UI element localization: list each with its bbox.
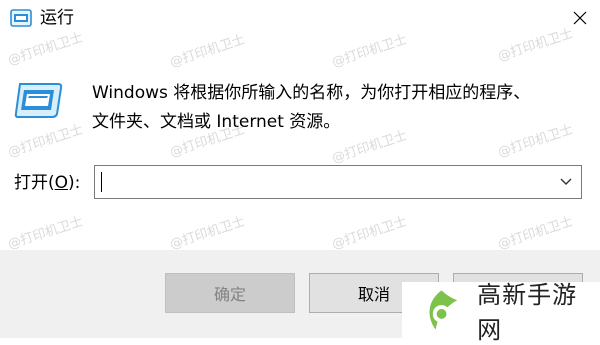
open-label-accelerator: O bbox=[54, 173, 69, 193]
run-app-icon bbox=[10, 9, 32, 27]
open-label-suffix: ): bbox=[68, 173, 81, 193]
watermark: @打印机卫士 bbox=[496, 214, 576, 253]
close-icon bbox=[573, 11, 587, 25]
title-bar: 运行 bbox=[0, 0, 600, 36]
description-line-2: 文件夹、文档或 Internet 资源。 bbox=[92, 112, 341, 132]
run-dialog-icon bbox=[14, 83, 63, 118]
run-dialog: 运行 Windows 将根据你所输入的名称，为你打开相应的程序、 文件夹、文档或… bbox=[0, 0, 600, 344]
open-label: 打开(O): bbox=[14, 172, 80, 194]
open-combobox[interactable] bbox=[94, 165, 582, 199]
chevron-down-icon bbox=[560, 178, 572, 185]
description: Windows 将根据你所输入的名称，为你打开相应的程序、 文件夹、文档或 In… bbox=[92, 79, 582, 137]
watermark: @打印机卫士 bbox=[168, 214, 248, 253]
open-dropdown-button[interactable] bbox=[551, 166, 581, 198]
text-caret bbox=[101, 172, 102, 192]
brand-logo-icon bbox=[429, 290, 458, 330]
brand-name: 高新手游网 bbox=[477, 281, 578, 344]
ok-button[interactable]: 确定 bbox=[165, 273, 295, 313]
window-title: 运行 bbox=[40, 8, 74, 28]
watermark: @打印机卫士 bbox=[330, 214, 410, 253]
brand-badge: 高新手游网 bbox=[402, 281, 600, 344]
description-line-1: Windows 将根据你所输入的名称，为你打开相应的程序、 bbox=[92, 83, 531, 103]
open-input[interactable] bbox=[95, 166, 541, 198]
open-label-prefix: 打开( bbox=[14, 173, 55, 193]
watermark: @打印机卫士 bbox=[6, 214, 86, 253]
watermark: @打印机卫士 bbox=[6, 122, 86, 161]
